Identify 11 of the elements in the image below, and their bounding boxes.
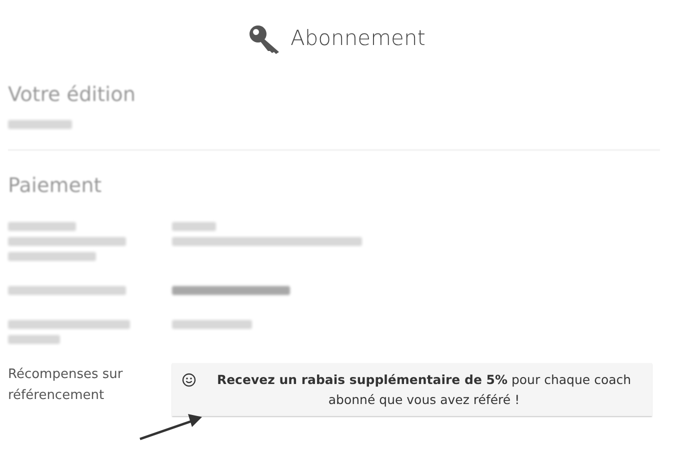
row-label: Récompenses sur référencement (8, 366, 124, 405)
redacted-text (172, 222, 216, 231)
redacted-text (8, 335, 60, 344)
page-title: Abonnement (290, 26, 426, 50)
section-heading: Paiement (8, 173, 103, 197)
redacted-text (8, 120, 72, 129)
section-heading: Votre édition (8, 82, 137, 106)
smiley-icon (182, 373, 196, 387)
callout-text: Recevez un rabais supplémentaire de 5% pour chaque coach abonné que vous avez référé ! (216, 371, 632, 409)
redacted-text (8, 222, 76, 231)
arrow-icon (138, 413, 204, 441)
